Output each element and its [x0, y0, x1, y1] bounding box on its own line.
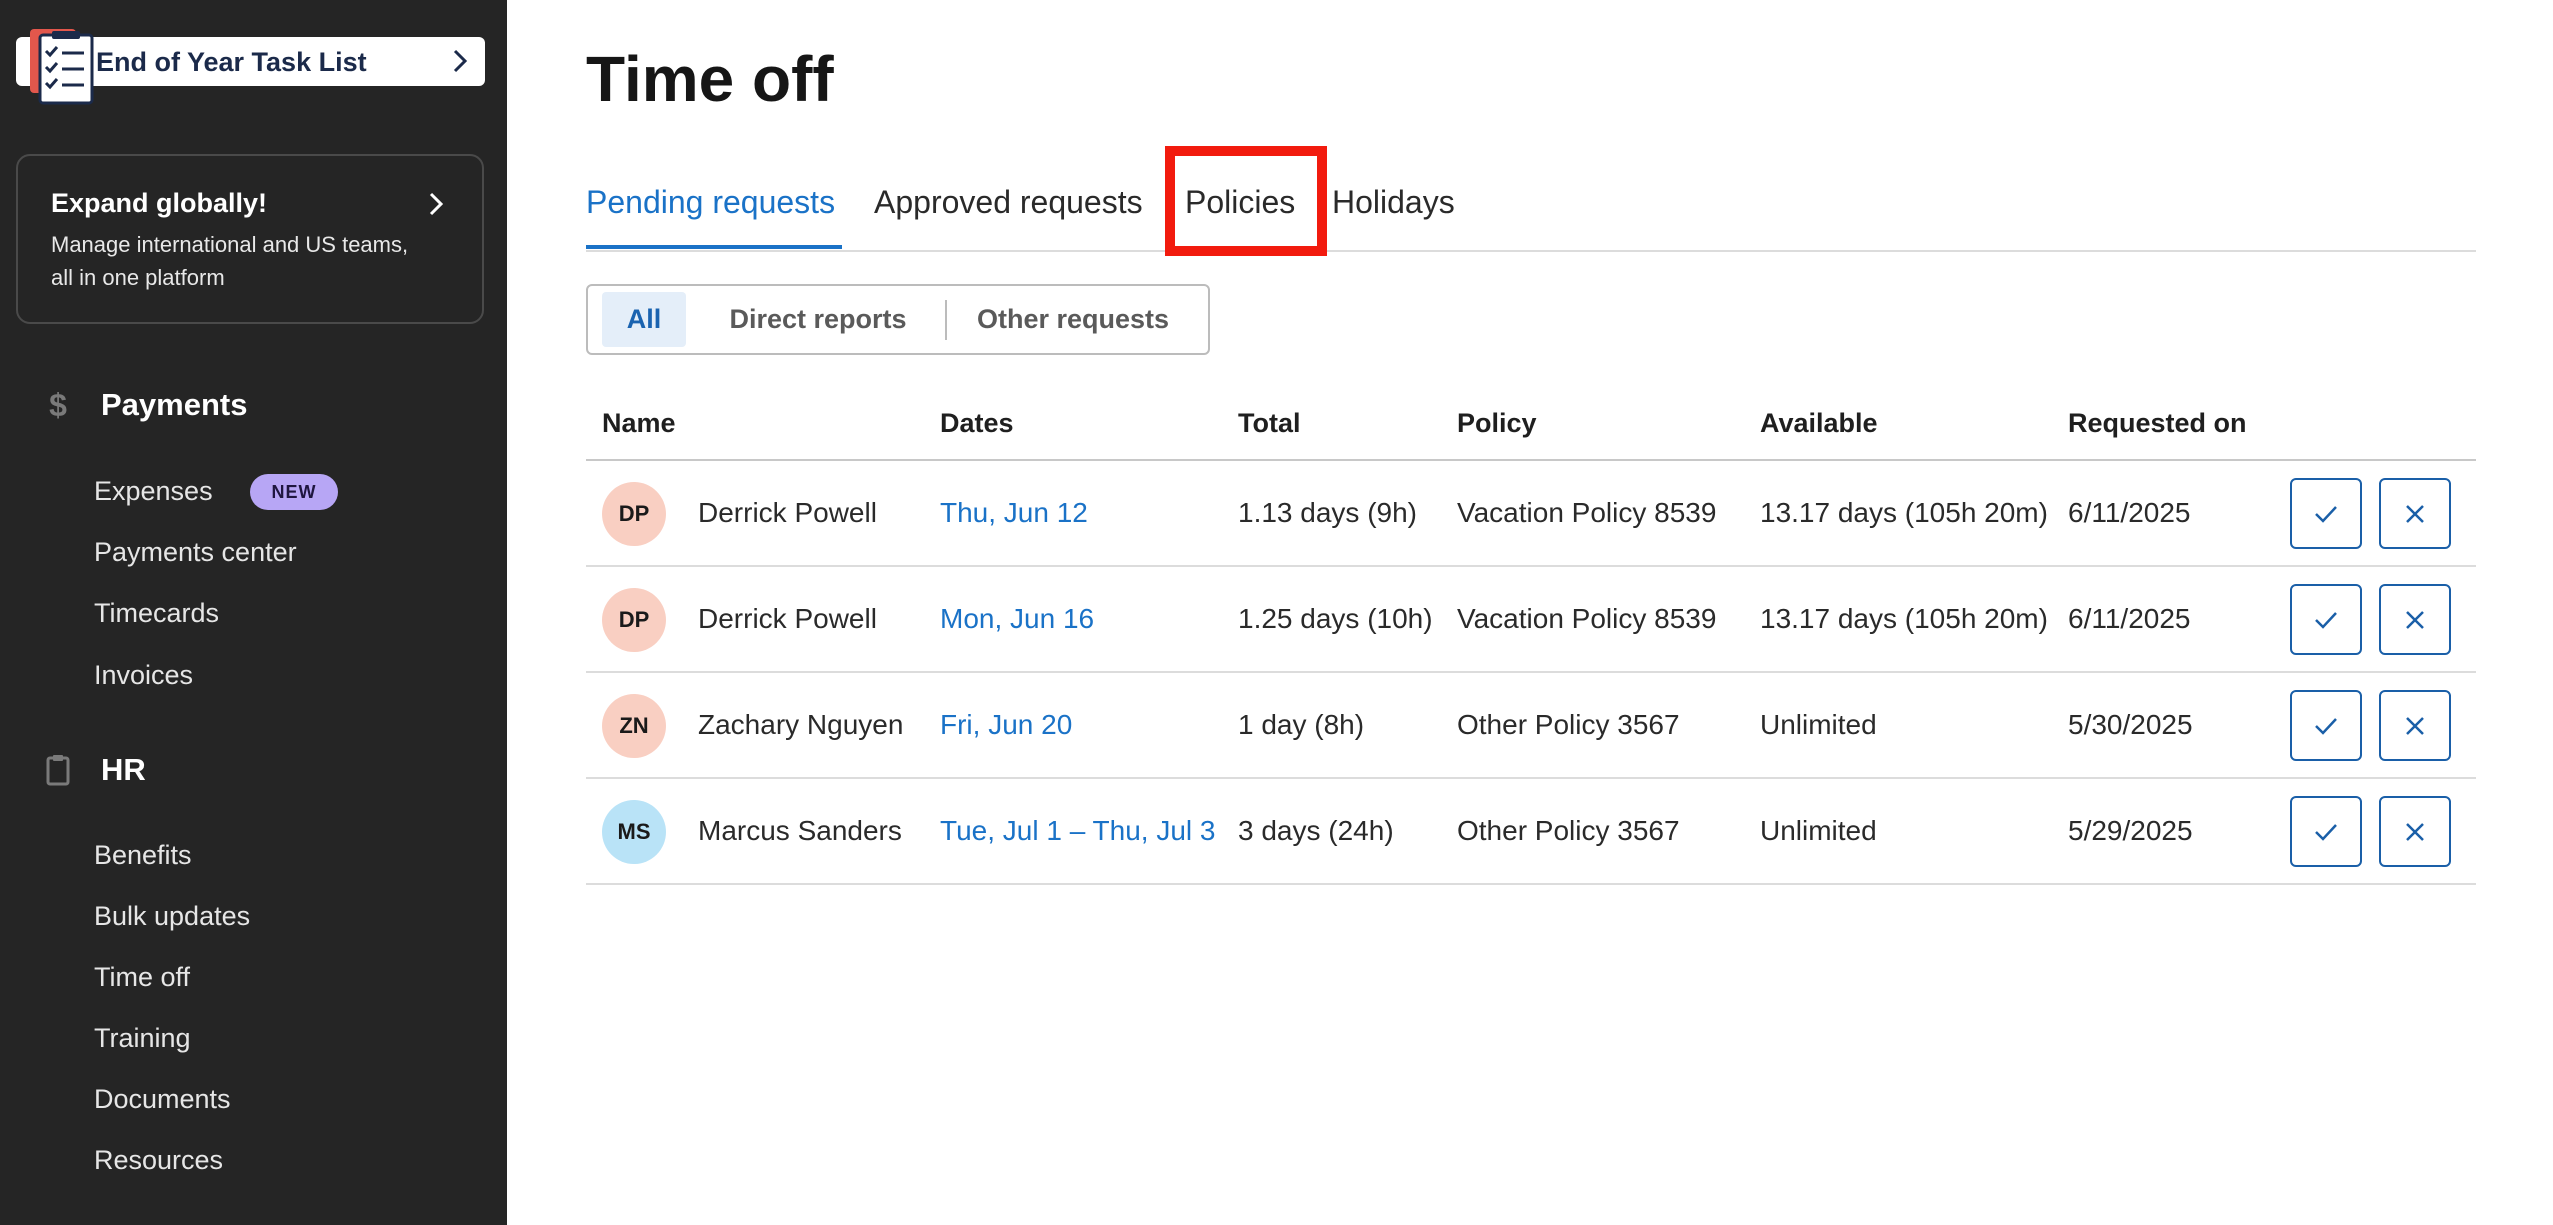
- nav-section-hr[interactable]: HR: [40, 752, 146, 788]
- sidebar-item-invoices[interactable]: Invoices: [94, 660, 193, 691]
- promo-title: Expand globally!: [51, 188, 268, 218]
- sidebar-item-benefits[interactable]: Benefits: [94, 840, 192, 871]
- check-icon: [2315, 717, 2337, 735]
- sidebar-item-training[interactable]: Training: [94, 1023, 191, 1054]
- sidebar-item-timecards[interactable]: Timecards: [94, 598, 219, 629]
- avatar: ZN: [602, 694, 666, 758]
- table-row: ZN Zachary Nguyen Fri, Jun 20 1 day (8h)…: [586, 673, 2476, 779]
- available-balance: Unlimited: [1760, 815, 1877, 846]
- deny-button[interactable]: [2379, 478, 2451, 549]
- check-icon: [2315, 505, 2337, 523]
- close-icon: [2406, 504, 2424, 523]
- approve-button[interactable]: [2290, 690, 2362, 761]
- tab-approved-requests[interactable]: Approved requests: [874, 184, 1143, 221]
- sidebar-item-expenses[interactable]: Expenses: [94, 476, 213, 507]
- available-balance: 13.17 days (105h 20m): [1760, 603, 2048, 634]
- sidebar: End of Year Task List Expand globally! M…: [0, 0, 507, 1225]
- requested-on-date: 5/30/2025: [2068, 709, 2193, 740]
- avatar: DP: [602, 482, 666, 546]
- sidebar-item-resources[interactable]: Resources: [94, 1145, 223, 1176]
- policy-name: Vacation Policy 8539: [1457, 603, 1717, 634]
- table-row: MS Marcus Sanders Tue, Jul 1 – Thu, Jul …: [586, 779, 2476, 885]
- requested-on-date: 6/11/2025: [2068, 603, 2191, 634]
- check-icon: [2315, 823, 2337, 841]
- sidebar-item-bulk-updates[interactable]: Bulk updates: [94, 901, 250, 932]
- filter-direct-reports-button[interactable]: Direct reports: [708, 292, 928, 347]
- column-header-available[interactable]: Available: [1760, 408, 1878, 439]
- expand-globally-promo[interactable]: Expand globally! Manage international an…: [16, 154, 484, 324]
- close-icon: [2406, 610, 2424, 629]
- requested-on-date: 6/11/2025: [2068, 497, 2191, 528]
- page-title: Time off: [586, 43, 834, 115]
- clipboard-icon: [46, 755, 70, 786]
- chevron-right-icon: [429, 192, 444, 216]
- available-balance: Unlimited: [1760, 709, 1877, 740]
- policy-name: Other Policy 3567: [1457, 815, 1680, 846]
- column-header-requested-on[interactable]: Requested on: [2068, 408, 2247, 439]
- approve-button[interactable]: [2290, 796, 2362, 867]
- nav-section-label: Payments: [101, 387, 248, 422]
- deny-button[interactable]: [2379, 796, 2451, 867]
- policy-name: Vacation Policy 8539: [1457, 497, 1717, 528]
- nav-section-label: HR: [101, 752, 146, 787]
- close-icon: [2406, 716, 2424, 735]
- column-header-name[interactable]: Name: [602, 408, 676, 439]
- sidebar-item-payments-center[interactable]: Payments center: [94, 537, 297, 568]
- policy-name: Other Policy 3567: [1457, 709, 1680, 740]
- column-header-dates[interactable]: Dates: [940, 408, 1014, 439]
- promo-description: Manage international and US teams, all i…: [51, 232, 409, 290]
- end-of-year-task-banner[interactable]: End of Year Task List: [16, 29, 485, 105]
- close-icon: [2406, 822, 2424, 841]
- tab-holidays[interactable]: Holidays: [1332, 184, 1455, 221]
- nav-section-payments[interactable]: $ Payments: [40, 387, 247, 423]
- policies-tab-highlight: [1165, 146, 1327, 256]
- request-dates-link[interactable]: Mon, Jun 16: [940, 603, 1094, 635]
- request-total: 1 day (8h): [1238, 709, 1365, 740]
- employee-name: Derrick Powell: [698, 603, 877, 634]
- column-header-total[interactable]: Total: [1238, 408, 1301, 439]
- sidebar-item-time-off[interactable]: Time off: [94, 962, 190, 993]
- column-header-policy[interactable]: Policy: [1457, 408, 1537, 439]
- employee-name: Derrick Powell: [698, 497, 877, 528]
- tab-bar: Pending requests Approved requests Polic…: [586, 172, 2476, 252]
- chevron-right-icon: [453, 49, 468, 73]
- new-badge: NEW: [250, 474, 338, 510]
- dollar-icon: $: [49, 386, 67, 423]
- request-dates-link[interactable]: Fri, Jun 20: [940, 709, 1072, 741]
- available-balance: 13.17 days (105h 20m): [1760, 497, 2048, 528]
- sidebar-item-documents[interactable]: Documents: [94, 1084, 231, 1115]
- request-dates-link[interactable]: Tue, Jul 1 – Thu, Jul 3: [940, 815, 1216, 847]
- approve-button[interactable]: [2290, 478, 2362, 549]
- employee-name: Marcus Sanders: [698, 815, 902, 846]
- deny-button[interactable]: [2379, 690, 2451, 761]
- filter-all-button[interactable]: All: [602, 292, 686, 347]
- filter-other-requests-button[interactable]: Other requests: [958, 292, 1188, 347]
- approve-button[interactable]: [2290, 584, 2362, 655]
- requested-on-date: 5/29/2025: [2068, 815, 2193, 846]
- employee-name: Zachary Nguyen: [698, 709, 904, 740]
- request-total: 3 days (24h): [1238, 815, 1394, 846]
- table-row: DP Derrick Powell Thu, Jun 12 1.13 days …: [586, 461, 2476, 567]
- request-total: 1.13 days (9h): [1238, 497, 1417, 528]
- checklist-icon: [30, 29, 94, 105]
- deny-button[interactable]: [2379, 584, 2451, 655]
- avatar: MS: [602, 800, 666, 864]
- task-banner-label: End of Year Task List: [96, 47, 367, 77]
- request-dates-link[interactable]: Thu, Jun 12: [940, 497, 1088, 529]
- check-icon: [2315, 611, 2337, 629]
- request-filter-group: All Direct reports Other requests: [586, 284, 1210, 355]
- request-total: 1.25 days (10h): [1238, 603, 1433, 634]
- tab-pending-requests[interactable]: Pending requests: [586, 184, 835, 221]
- avatar: DP: [602, 588, 666, 652]
- table-row: DP Derrick Powell Mon, Jun 16 1.25 days …: [586, 567, 2476, 673]
- active-tab-indicator: [586, 245, 842, 249]
- filter-divider: [945, 300, 947, 340]
